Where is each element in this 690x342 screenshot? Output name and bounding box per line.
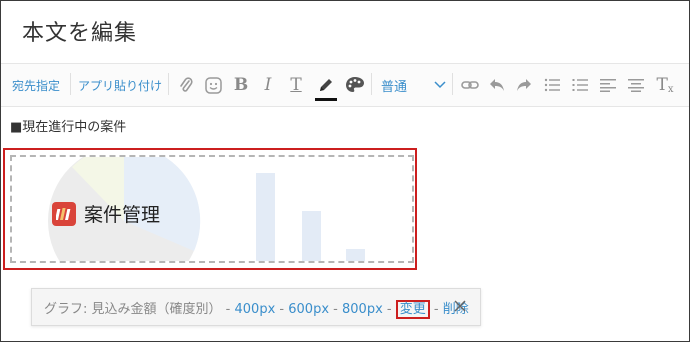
- app-name: 案件管理: [84, 204, 161, 226]
- editor-toolbar: 宛先指定 アプリ貼り付け B I T 普通 T x: [1, 63, 689, 107]
- separator: -: [333, 302, 338, 317]
- app-label: 案件管理: [52, 200, 160, 227]
- toolbar-divider: [452, 73, 453, 95]
- embedded-graph-selection[interactable]: 案件管理: [3, 148, 417, 270]
- edit-body-dialog: 本文を編集 宛先指定 アプリ貼り付け B I T 普通 T x ■現在進行中の案…: [0, 0, 690, 342]
- app-paste-button[interactable]: アプリ貼り付け: [78, 64, 162, 106]
- undo-icon[interactable]: [488, 64, 506, 106]
- align-center-icon[interactable]: [627, 64, 645, 106]
- bar-2: [302, 211, 321, 261]
- toolbar-divider: [70, 73, 71, 95]
- separator: -: [433, 302, 439, 317]
- clear-format-glyph: T: [656, 75, 668, 95]
- link-icon[interactable]: [460, 64, 480, 106]
- separator: -: [279, 302, 285, 317]
- bar-1: [256, 173, 275, 261]
- close-icon[interactable]: [454, 295, 466, 317]
- clear-format-x-mark: x: [667, 83, 674, 95]
- text-color-icon[interactable]: T: [287, 64, 305, 106]
- graph-label: グラフ: 見込み金額（確度別）: [44, 302, 222, 317]
- toolbar-divider: [168, 73, 169, 95]
- palette-icon[interactable]: [344, 64, 366, 106]
- format-select[interactable]: 普通: [381, 64, 407, 106]
- align-left-icon[interactable]: [599, 64, 617, 106]
- attach-icon[interactable]: [177, 64, 195, 106]
- size-400-link[interactable]: 400px: [235, 302, 276, 317]
- emoji-icon[interactable]: [204, 64, 222, 106]
- pencil-color-underline: [315, 98, 337, 101]
- italic-icon[interactable]: I: [260, 64, 276, 106]
- size-600-link[interactable]: 600px: [288, 302, 329, 317]
- separator: -: [386, 302, 392, 317]
- redo-icon[interactable]: [515, 64, 533, 106]
- page-title: 本文を編集: [22, 21, 138, 46]
- separator: -: [225, 302, 231, 317]
- chevron-down-icon[interactable]: [433, 64, 447, 106]
- bold-icon[interactable]: B: [232, 64, 250, 106]
- embedded-graph[interactable]: 案件管理: [10, 155, 414, 263]
- editor-body-text[interactable]: ■現在進行中の案件: [10, 116, 126, 135]
- change-link[interactable]: 変更: [395, 300, 430, 319]
- bullet-list-icon[interactable]: [543, 64, 561, 106]
- bar-3: [346, 249, 365, 261]
- toolbar-divider: [371, 73, 372, 95]
- size-800-link[interactable]: 800px: [342, 302, 383, 317]
- recipient-button[interactable]: 宛先指定: [12, 64, 60, 106]
- graph-settings-bar: グラフ: 見込み金額（確度別） - 400px - 600px - 800px …: [31, 288, 481, 326]
- app-icon: [52, 201, 76, 226]
- clear-format-icon[interactable]: Tx: [655, 64, 675, 106]
- numbered-list-icon[interactable]: [571, 64, 589, 106]
